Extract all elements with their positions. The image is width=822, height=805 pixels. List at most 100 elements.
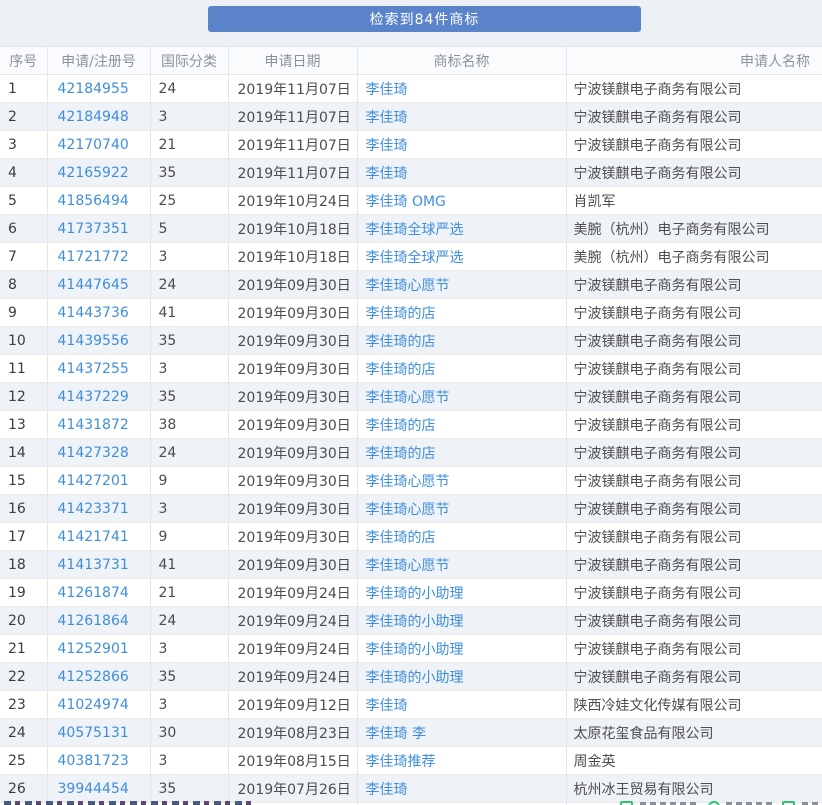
- trademark-cell: 李佳琦: [357, 103, 566, 131]
- registration-number-link[interactable]: 41737351: [58, 221, 129, 237]
- registration-number-link[interactable]: 41427328: [58, 445, 129, 461]
- registration-number-link[interactable]: 41447645: [58, 277, 129, 293]
- trademark-name-link[interactable]: 李佳琦 OMG: [366, 194, 446, 210]
- registration-number-link[interactable]: 41856494: [58, 193, 129, 209]
- trademark-name-link[interactable]: 李佳琦心愿节: [366, 474, 450, 490]
- trademark-name-link[interactable]: 李佳琦: [366, 138, 408, 154]
- table-body: 142184955242019年11月07日李佳琦宁波镁麒电子商务有限公司242…: [0, 75, 822, 805]
- registration-number-link[interactable]: 41252866: [58, 669, 129, 685]
- registration-number-link[interactable]: 41443736: [58, 305, 129, 321]
- intl_class-cell: 3: [150, 635, 228, 663]
- registration-number-link[interactable]: 41261874: [58, 585, 129, 601]
- trademark-name-link[interactable]: 李佳琦的店: [366, 306, 436, 322]
- apply_date-cell: 2019年10月18日: [228, 215, 357, 243]
- trademark-name-link[interactable]: 李佳琦的店: [366, 334, 436, 350]
- trademark-name-link[interactable]: 李佳琦心愿节: [366, 278, 450, 294]
- applicant-cell: 宁波镁麒电子商务有限公司: [566, 103, 822, 131]
- index-cell: 15: [0, 467, 47, 495]
- intl_class-cell: 30: [150, 719, 228, 747]
- registration-number-link[interactable]: 41427201: [58, 473, 129, 489]
- trademark-name-link[interactable]: 李佳琦: [366, 782, 408, 798]
- table-row: 1341431872382019年09月30日李佳琦的店宁波镁麒电子商务有限公司: [0, 411, 822, 439]
- trademark-name-link[interactable]: 李佳琦: [366, 110, 408, 126]
- applicant-cell: 宁波镁麒电子商务有限公司: [566, 355, 822, 383]
- applicant-cell: 宁波镁麒电子商务有限公司: [566, 439, 822, 467]
- trademark-cell: 李佳琦: [357, 75, 566, 103]
- registration-number-link[interactable]: 41421741: [58, 529, 129, 545]
- index-cell: 24: [0, 719, 47, 747]
- registration-number-link[interactable]: 41439556: [58, 333, 129, 349]
- index-cell: 7: [0, 243, 47, 271]
- table-row: 841447645242019年09月30日李佳琦心愿节宁波镁麒电子商务有限公司: [0, 271, 822, 299]
- trademark-cell: 李佳琦: [357, 775, 566, 803]
- intl_class-cell: 9: [150, 467, 228, 495]
- registration-number-link[interactable]: 41423371: [58, 501, 129, 517]
- trademark-name-link[interactable]: 李佳琦的店: [366, 418, 436, 434]
- table-row: 114143725532019年09月30日李佳琦的店宁波镁麒电子商务有限公司: [0, 355, 822, 383]
- applicant-cell: 宁波镁麒电子商务有限公司: [566, 523, 822, 551]
- table-row: 1041439556352019年09月30日李佳琦的店宁波镁麒电子商务有限公司: [0, 327, 822, 355]
- table-row: 2241252866352019年09月24日李佳琦的小助理宁波镁麒电子商务有限…: [0, 663, 822, 691]
- trademark-name-link[interactable]: 李佳琦心愿节: [366, 502, 450, 518]
- intl_class-cell: 41: [150, 551, 228, 579]
- trademark-name-link[interactable]: 李佳琦推荐: [366, 754, 436, 770]
- trademark-cell: 李佳琦的小助理: [357, 607, 566, 635]
- trademark-cell: 李佳琦心愿节: [357, 495, 566, 523]
- index-cell: 5: [0, 187, 47, 215]
- registration-number-link[interactable]: 42184955: [58, 81, 129, 97]
- registration-number-link[interactable]: 40575131: [58, 725, 129, 741]
- registration-number-link[interactable]: 42165922: [58, 165, 129, 181]
- intl_class-cell: 21: [150, 131, 228, 159]
- registration-number-link[interactable]: 41413731: [58, 557, 129, 573]
- trademark-name-link[interactable]: 李佳琦心愿节: [366, 558, 450, 574]
- trademark-name-link[interactable]: 李佳琦全球严选: [366, 250, 464, 266]
- trademark-name-link[interactable]: 李佳琦的小助理: [366, 586, 464, 602]
- trademark-name-link[interactable]: 李佳琦的店: [366, 362, 436, 378]
- result-count-button[interactable]: 检索到84件商标: [208, 6, 641, 32]
- table-row: 342170740212019年11月07日李佳琦宁波镁麒电子商务有限公司: [0, 131, 822, 159]
- trademark-name-link[interactable]: 李佳琦的小助理: [366, 614, 464, 630]
- index-cell: 23: [0, 691, 47, 719]
- reg_no-cell: 41252901: [47, 635, 150, 663]
- trademark-cell: 李佳琦的店: [357, 523, 566, 551]
- trademark-name-link[interactable]: 李佳琦的店: [366, 446, 436, 462]
- apply_date-cell: 2019年09月30日: [228, 467, 357, 495]
- trademark-name-link[interactable]: 李佳琦的小助理: [366, 670, 464, 686]
- trademark-cell: 李佳琦的店: [357, 355, 566, 383]
- index-cell: 17: [0, 523, 47, 551]
- index-cell: 11: [0, 355, 47, 383]
- trademark-name-link[interactable]: 李佳琦: [366, 698, 408, 714]
- trademark-name-link[interactable]: 李佳琦全球严选: [366, 222, 464, 238]
- trademark-name-link[interactable]: 李佳琦心愿节: [366, 390, 450, 406]
- intl_class-cell: 3: [150, 243, 228, 271]
- registration-number-link[interactable]: 41024974: [58, 697, 129, 713]
- registration-number-link[interactable]: 41431872: [58, 417, 129, 433]
- registration-number-link[interactable]: 41721772: [58, 249, 129, 265]
- trademark-name-link[interactable]: 李佳琦的店: [366, 530, 436, 546]
- registration-number-link[interactable]: 41261864: [58, 613, 129, 629]
- table-row: 154142720192019年09月30日李佳琦心愿节宁波镁麒电子商务有限公司: [0, 467, 822, 495]
- registration-number-link[interactable]: 40381723: [58, 753, 129, 769]
- apply_date-cell: 2019年09月30日: [228, 495, 357, 523]
- index-cell: 1: [0, 75, 47, 103]
- table-row: 442165922352019年11月07日李佳琦宁波镁麒电子商务有限公司: [0, 159, 822, 187]
- column-header-trademark: 商标名称: [357, 47, 566, 75]
- apply_date-cell: 2019年09月30日: [228, 551, 357, 579]
- intl_class-cell: 5: [150, 215, 228, 243]
- index-cell: 10: [0, 327, 47, 355]
- column-header-index: 序号: [0, 47, 47, 75]
- trademark-name-link[interactable]: 李佳琦 李: [366, 726, 426, 742]
- trademark-cell: 李佳琦: [357, 131, 566, 159]
- table-row: 214125290132019年09月24日李佳琦的小助理宁波镁麒电子商务有限公…: [0, 635, 822, 663]
- registration-number-link[interactable]: 41437255: [58, 361, 129, 377]
- registration-number-link[interactable]: 42184948: [58, 109, 129, 125]
- trademark-name-link[interactable]: 李佳琦: [366, 166, 408, 182]
- trademark-cell: 李佳琦: [357, 691, 566, 719]
- registration-number-link[interactable]: 39944454: [58, 781, 129, 797]
- registration-number-link[interactable]: 41252901: [58, 641, 129, 657]
- registration-number-link[interactable]: 42170740: [58, 137, 129, 153]
- registration-number-link[interactable]: 41437229: [58, 389, 129, 405]
- trademark-name-link[interactable]: 李佳琦的小助理: [366, 642, 464, 658]
- trademark-cell: 李佳琦的店: [357, 411, 566, 439]
- trademark-name-link[interactable]: 李佳琦: [366, 82, 408, 98]
